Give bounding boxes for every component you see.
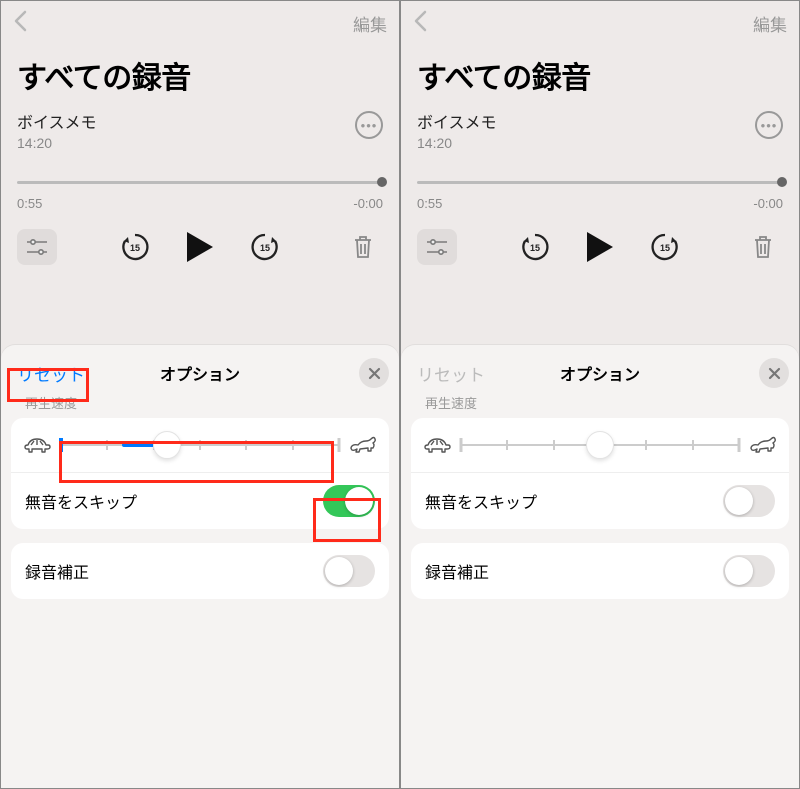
skip-back-15-icon: 15 [519,231,551,263]
trash-icon [352,234,374,260]
play-icon [185,230,215,264]
section-label-speed: 再生速度 [11,387,389,418]
time-elapsed: 0:55 [417,196,442,211]
enhance-label: 録音補正 [425,559,489,583]
reset-button[interactable]: リセット [11,357,91,390]
timeline-knob-icon[interactable] [377,177,387,187]
close-button[interactable] [759,358,789,388]
skip-silence-row: 無音をスキップ [11,472,389,529]
close-icon [768,367,781,380]
hare-icon [749,436,777,454]
options-button[interactable] [417,229,457,265]
section-label-speed: 再生速度 [411,387,789,418]
skip-silence-toggle[interactable] [323,485,375,517]
tortoise-icon [423,436,451,454]
more-icon[interactable]: ••• [755,111,783,139]
timeline-track[interactable] [417,181,783,184]
sliders-icon [426,239,448,255]
enhance-label: 録音補正 [25,559,89,583]
phone-left: 編集 すべての録音 ボイスメモ 14:20 ••• 0:55 -0:00 15 … [0,0,400,789]
reset-button: リセット [411,357,491,390]
time-row: 0:55 -0:00 [401,190,799,211]
options-sheet: リセット オプション 再生速度 [401,345,799,788]
memo-time: 14:20 [417,135,755,151]
options-button[interactable] [17,229,57,265]
skip-silence-label: 無音をスキップ [425,489,537,513]
sheet-header: リセット オプション [11,359,389,387]
svg-text:15: 15 [660,243,670,253]
options-sheet: リセット オプション 再生速度 [1,345,399,788]
play-icon [585,230,615,264]
memo-time: 14:20 [17,135,355,151]
time-row: 0:55 -0:00 [1,190,399,211]
enhance-row: 録音補正 [11,543,389,599]
page-title: すべての録音 [1,45,399,109]
tortoise-icon [23,436,51,454]
memo-row[interactable]: ボイスメモ 14:20 ••• [401,109,799,151]
nav-bar: 編集 [1,1,399,45]
speed-row [411,418,789,472]
memo-row[interactable]: ボイスメモ 14:20 ••• [1,109,399,151]
back-chevron-icon[interactable] [413,10,427,37]
speed-slider[interactable] [461,432,739,458]
time-remaining: -0:00 [353,196,383,211]
timeline-track[interactable] [17,181,383,184]
sliders-icon [26,239,48,255]
transport-controls: 15 15 [519,230,681,264]
memo-name: ボイスメモ [17,109,355,133]
edit-button[interactable]: 編集 [353,11,387,36]
close-icon [368,367,381,380]
speed-slider[interactable] [61,432,339,458]
play-button[interactable] [185,230,215,264]
skip-back-15-icon: 15 [119,231,151,263]
playback-controls: 15 15 [401,211,799,285]
play-button[interactable] [585,230,615,264]
back-chevron-icon[interactable] [13,10,27,37]
close-button[interactable] [359,358,389,388]
skip-forward-15-icon: 15 [649,231,681,263]
skip-back-button[interactable]: 15 [119,231,151,263]
sheet-header: リセット オプション [411,359,789,387]
delete-button[interactable] [343,229,383,265]
transport-controls: 15 15 [119,230,281,264]
skip-back-button[interactable]: 15 [519,231,551,263]
memo-info: ボイスメモ 14:20 [17,109,355,151]
time-remaining: -0:00 [753,196,783,211]
trash-icon [752,234,774,260]
svg-text:15: 15 [530,243,540,253]
slider-knob[interactable] [586,431,614,459]
skip-forward-button[interactable]: 15 [249,231,281,263]
timeline[interactable] [401,151,799,190]
timeline[interactable] [1,151,399,190]
memo-info: ボイスメモ 14:20 [417,109,755,151]
page-title: すべての録音 [401,45,799,109]
slider-knob[interactable] [153,431,181,459]
svg-text:15: 15 [130,243,140,253]
speed-card: 無音をスキップ [11,418,389,529]
skip-forward-button[interactable]: 15 [649,231,681,263]
more-icon[interactable]: ••• [355,111,383,139]
enhance-toggle[interactable] [323,555,375,587]
enhance-toggle[interactable] [723,555,775,587]
skip-silence-toggle[interactable] [723,485,775,517]
edit-button[interactable]: 編集 [753,11,787,36]
speed-card: 無音をスキップ [411,418,789,529]
hare-icon [349,436,377,454]
skip-silence-label: 無音をスキップ [25,489,137,513]
time-elapsed: 0:55 [17,196,42,211]
skip-forward-15-icon: 15 [249,231,281,263]
svg-text:15: 15 [260,243,270,253]
nav-bar: 編集 [401,1,799,45]
skip-silence-row: 無音をスキップ [411,472,789,529]
phone-right: 編集 すべての録音 ボイスメモ 14:20 ••• 0:55 -0:00 15 … [400,0,800,789]
timeline-knob-icon[interactable] [777,177,787,187]
memo-name: ボイスメモ [417,109,755,133]
delete-button[interactable] [743,229,783,265]
speed-row [11,418,389,472]
playback-controls: 15 15 [1,211,399,285]
enhance-row: 録音補正 [411,543,789,599]
